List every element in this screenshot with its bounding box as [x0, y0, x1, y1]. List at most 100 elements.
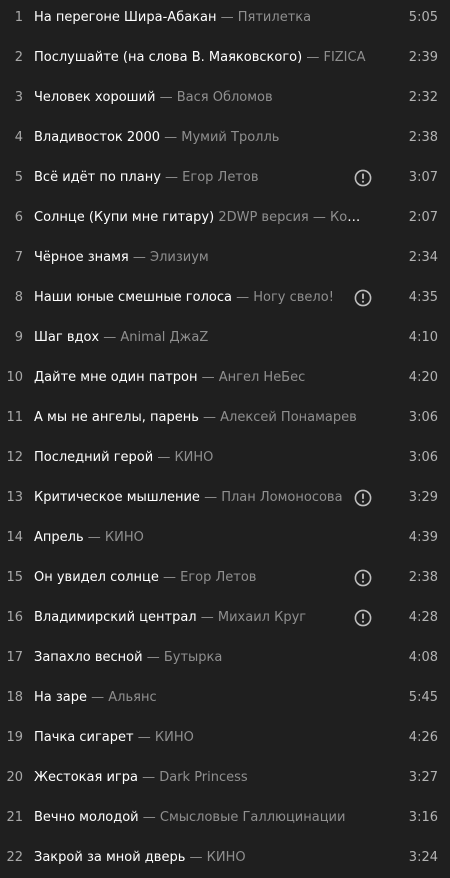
track-artist[interactable]: КИНО	[155, 730, 194, 745]
explicit-warning-icon	[354, 169, 372, 187]
track-info: Дайте мне один патрон — Ангел НеБес	[34, 370, 372, 386]
track-title[interactable]: Жестокая игра	[34, 770, 138, 785]
track-row[interactable]: 9 Шаг вдох — Animal ДжаZ 4:10	[0, 318, 450, 358]
artist-separator: —	[196, 610, 218, 625]
track-info: Жестокая игра — Dark Princess	[34, 770, 372, 786]
track-info: Всё идёт по плану — Егор Летов	[34, 170, 372, 186]
track-title[interactable]: Вечно молодой	[34, 810, 139, 825]
track-title[interactable]: Последний герой	[34, 450, 153, 465]
track-info: Он увидел солнце — Егор Летов	[34, 570, 372, 586]
artist-separator: —	[87, 690, 109, 705]
track-duration: 3:29	[408, 490, 438, 505]
track-title[interactable]: На перегоне Шира-Абакан	[34, 10, 217, 25]
track-row[interactable]: 6 Солнце (Купи мне гитару) 2DWP версия — …	[0, 198, 450, 238]
artist-separator: —	[160, 170, 183, 185]
track-artist[interactable]: План Ломоносова	[221, 490, 342, 505]
track-title[interactable]: Наши юные смешные голоса	[34, 290, 232, 305]
track-duration: 5:05	[408, 10, 438, 25]
track-title[interactable]: Владивосток 2000	[34, 130, 160, 145]
track-row[interactable]: 20 Жестокая игра — Dark Princess 3:27	[0, 758, 450, 798]
track-artist[interactable]: FIZICA	[323, 50, 365, 65]
track-row[interactable]: 14 Апрель — КИНО 4:39	[0, 518, 450, 558]
track-info: Критическое мышление — План Ломоносова	[34, 490, 372, 506]
track-duration: 3:16	[408, 810, 438, 825]
track-artist[interactable]: Михаил Круг	[218, 610, 306, 625]
track-number: 8	[14, 290, 23, 305]
track-artist[interactable]: Альянс	[108, 690, 156, 705]
track-title[interactable]: Критическое мышление	[34, 490, 200, 505]
track-row[interactable]: 12 Последний герой — КИНО 3:06	[0, 438, 450, 478]
track-row[interactable]: 17 Запахло весной — Бутырка 4:08	[0, 638, 450, 678]
track-row[interactable]: 11 А мы не ангелы, парень — Алексей Понам…	[0, 398, 450, 438]
track-row[interactable]: 19 Пачка сигарет — КИНО 4:26	[0, 718, 450, 758]
track-row[interactable]: 22 Закрой за мной дверь — КИНО 3:24	[0, 838, 450, 878]
track-row[interactable]: 4 Владивосток 2000 — Мумий Тролль 2:38	[0, 118, 450, 158]
track-artist[interactable]: Ангел НеБес	[219, 370, 306, 385]
track-info: А мы не ангелы, парень — Алексей Понамар…	[34, 410, 372, 426]
track-title[interactable]: Владимирский централ	[34, 610, 197, 625]
track-artist[interactable]: Ногу свело!	[253, 290, 334, 305]
track-title[interactable]: На заре	[34, 690, 87, 705]
track-artist[interactable]: Егор Летов	[180, 570, 256, 585]
track-artist[interactable]: Мумий Тролль	[181, 130, 279, 145]
artist-separator: —	[216, 10, 238, 25]
track-duration: 2:39	[408, 50, 438, 65]
track-artist[interactable]: Егор Летов	[182, 170, 258, 185]
track-title[interactable]: Дайте мне один патрон	[34, 370, 197, 385]
track-duration: 2:34	[408, 250, 438, 265]
track-info: На заре — Альянс	[34, 690, 372, 706]
track-title[interactable]: Солнце (Купи мне гитару)	[34, 210, 214, 225]
track-artist[interactable]: Элизиум	[150, 250, 209, 265]
track-row[interactable]: 16 Владимирский централ — Михаил Круг 4:28	[0, 598, 450, 638]
track-row[interactable]: 3 Человек хороший — Вася Обломов 2:32	[0, 78, 450, 118]
track-row[interactable]: 13 Критическое мышление — План Ломоносова…	[0, 478, 450, 518]
track-title[interactable]: Чёрное знамя	[34, 250, 129, 265]
track-row[interactable]: 7 Чёрное знамя — Элизиум 2:34	[0, 238, 450, 278]
track-duration: 3:06	[408, 410, 438, 425]
track-artist[interactable]: Пятилетка	[238, 10, 311, 25]
track-duration: 2:32	[408, 90, 438, 105]
track-title[interactable]: Апрель	[34, 530, 84, 545]
track-row[interactable]: 15 Он увидел солнце — Егор Летов 2:38	[0, 558, 450, 598]
explicit-warning-icon	[354, 609, 372, 627]
track-artist[interactable]: Кошки ...	[330, 210, 372, 225]
track-duration: 4:20	[408, 370, 438, 385]
track-artist[interactable]: КИНО	[174, 450, 213, 465]
artist-separator: —	[155, 90, 177, 105]
track-title[interactable]: Запахло весной	[34, 650, 143, 665]
track-number: 5	[14, 170, 23, 185]
track-artist[interactable]: КИНО	[207, 850, 246, 865]
track-duration: 4:10	[408, 330, 438, 345]
track-row[interactable]: 5 Всё идёт по плану — Егор Летов 3:07	[0, 158, 450, 198]
track-info: Апрель — КИНО	[34, 530, 372, 546]
track-title[interactable]: Всё идёт по плану	[34, 170, 161, 185]
track-info: Солнце (Купи мне гитару) 2DWP версия — К…	[34, 210, 372, 226]
track-title[interactable]: Человек хороший	[34, 90, 155, 105]
track-duration: 4:35	[408, 290, 438, 305]
track-artist[interactable]: Вася Обломов	[177, 90, 273, 105]
track-title[interactable]: Послушайте (на слова В. Маяковского)	[34, 50, 302, 65]
track-row[interactable]: 21 Вечно молодой — Смысловые Галлюцинации…	[0, 798, 450, 838]
track-artist[interactable]: Бутырка	[164, 650, 223, 665]
track-row[interactable]: 2 Послушайте (на слова В. Маяковского) — …	[0, 38, 450, 78]
track-title[interactable]: Пачка сигарет	[34, 730, 134, 745]
artist-separator: —	[128, 250, 151, 265]
track-list: 1 На перегоне Шира-Абакан — Пятилетка 5:05…	[0, 0, 450, 871]
track-title[interactable]: А мы не ангелы, парень	[34, 410, 199, 425]
track-row[interactable]: 10 Дайте мне один патрон — Ангел НеБес 4:2…	[0, 358, 450, 398]
track-row[interactable]: 1 На перегоне Шира-Абакан — Пятилетка 5:05	[0, 0, 450, 38]
track-artist[interactable]: КИНО	[105, 530, 144, 545]
track-row[interactable]: 8 Наши юные смешные голоса — Ногу свело! 4…	[0, 278, 450, 318]
track-artist[interactable]: Смысловые Галлюцинации	[160, 810, 346, 825]
track-number: 20	[6, 770, 23, 785]
track-artist[interactable]: Dark Princess	[159, 770, 247, 785]
track-row[interactable]: 18 На заре — Альянс 5:45	[0, 678, 450, 718]
track-artist[interactable]: Алексей Понамарев	[220, 410, 357, 425]
track-title[interactable]: Закрой за мной дверь	[34, 850, 185, 865]
track-info: Человек хороший — Вася Обломов	[34, 90, 372, 106]
track-artist[interactable]: Animal ДжаZ	[120, 330, 208, 345]
track-number: 19	[6, 730, 23, 745]
track-number: 3	[14, 90, 23, 105]
track-title[interactable]: Он увидел солнце	[34, 570, 159, 585]
track-title[interactable]: Шаг вдох	[34, 330, 99, 345]
